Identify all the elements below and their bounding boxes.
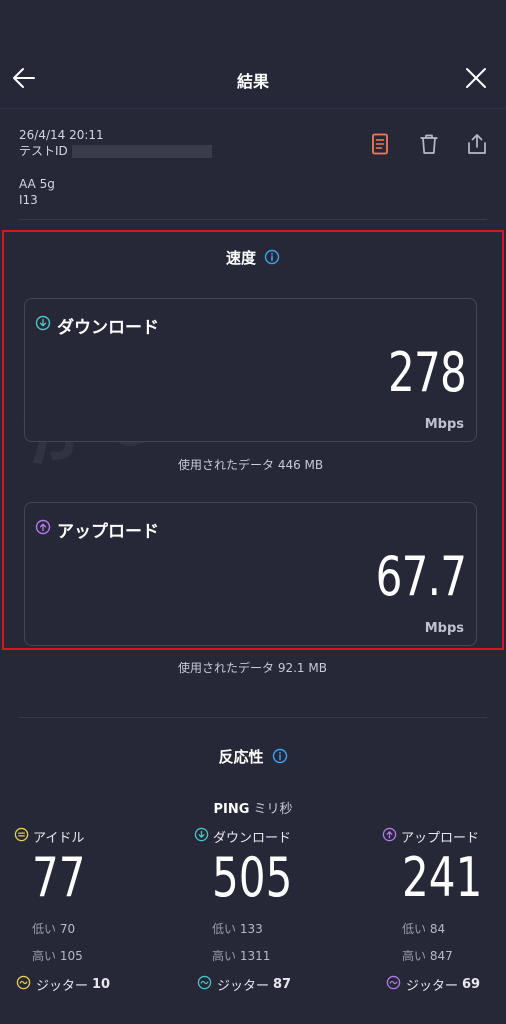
ping-upload-column: アップロード 241 低い 84 高い 847 (382, 826, 506, 970)
ping-idle-low: 70 (59, 922, 76, 936)
download-speed-value: 278 (387, 341, 467, 404)
upload-label: アップロード (35, 517, 159, 542)
high-label: 高い (402, 949, 427, 963)
test-id-row: テストID (19, 143, 212, 159)
ping-download-header: ダウンロード (194, 826, 354, 846)
jitter-label: ジッター (217, 979, 270, 994)
ping-download-jitter-value: 87 (273, 977, 292, 992)
low-label: 低い (32, 922, 57, 936)
ping-idle-value: 77 (32, 846, 86, 909)
ping-upload-low: 84 (429, 922, 446, 936)
speed-title: 速度 (0, 247, 506, 269)
ping-label-text: PING (213, 802, 250, 817)
jitter-label: ジッター (36, 979, 89, 994)
low-label: 低い (212, 922, 237, 936)
device-name: I13 (19, 193, 38, 207)
page-title: 結果 (236, 72, 269, 91)
info-icon[interactable] (272, 748, 288, 768)
network-name: AA 5g (19, 177, 55, 191)
test-id-label: テストID (19, 144, 68, 158)
ping-idle-range: 低い 70 高い 105 (32, 916, 174, 970)
high-label: 高い (32, 949, 57, 963)
test-meta: 26/4/14 20:11 テストID (19, 127, 212, 159)
ping-download-low: 133 (239, 922, 263, 936)
jitter-icon (197, 975, 217, 994)
download-unit: Mbps (424, 417, 464, 432)
download-label-text: ダウンロード (57, 318, 159, 338)
ping-idle-jitter-value: 10 (92, 977, 111, 992)
upload-speed-value: 67.7 (375, 545, 466, 608)
ping-upload-value: 241 (402, 846, 483, 909)
responsiveness-title-text: 反応性 (218, 748, 264, 766)
download-arrow-icon (35, 315, 57, 336)
low-label: 低い (402, 922, 427, 936)
divider (19, 717, 487, 718)
speed-title-text: 速度 (225, 249, 256, 267)
header-divider (0, 108, 506, 109)
download-label: ダウンロード (35, 313, 159, 338)
ping-upload-header: アップロード (382, 826, 506, 846)
test-datetime: 26/4/14 20:11 (19, 128, 104, 142)
ping-idle-high: 105 (59, 949, 83, 963)
ping-download-jitter: ジッター 87 (197, 975, 291, 994)
ping-download-high: 1311 (239, 949, 271, 963)
ping-label: PING ミリ秒 (0, 798, 506, 817)
upload-unit: Mbps (424, 621, 464, 636)
ping-idle-jitter: ジッター 10 (16, 975, 110, 994)
share-icon[interactable] (465, 132, 489, 156)
ping-download-value: 505 (212, 846, 293, 909)
upload-usage: 使用されたデータ 92.1 MB (178, 661, 327, 675)
ping-upload-jitter: ジッター 69 (386, 975, 480, 994)
jitter-icon (386, 975, 406, 994)
upload-card: アップロード 67.7 Mbps (24, 502, 477, 646)
ping-upload-label: アップロード (401, 830, 480, 846)
ping-download-column: ダウンロード 505 低い 133 高い 1311 (194, 826, 354, 970)
download-arrow-icon (194, 827, 213, 846)
jitter-label: ジッター (406, 979, 459, 994)
idle-icon (14, 827, 33, 846)
high-label: 高い (212, 949, 237, 963)
info-icon[interactable] (264, 249, 280, 269)
ping-upload-range: 低い 84 高い 847 (402, 916, 506, 970)
download-usage: 使用されたデータ 446 MB (178, 458, 324, 472)
upload-arrow-icon (382, 827, 401, 846)
trash-icon[interactable] (417, 132, 441, 156)
ping-idle-header: アイドル (14, 826, 174, 846)
ping-download-range: 低い 133 高い 1311 (212, 916, 354, 970)
ping-idle-column: アイドル 77 低い 70 高い 105 (14, 826, 174, 970)
close-icon[interactable] (462, 64, 490, 92)
jitter-icon (16, 975, 36, 994)
download-card: ダウンロード 278 Mbps (24, 298, 477, 442)
document-icon[interactable] (368, 132, 392, 156)
divider (19, 219, 487, 220)
upload-label-text: アップロード (57, 522, 159, 542)
ping-upload-jitter-value: 69 (462, 977, 481, 992)
test-id-redacted (71, 144, 212, 158)
ping-download-label: ダウンロード (213, 830, 292, 846)
ping-idle-label: アイドル (33, 830, 85, 846)
ping-unit: ミリ秒 (253, 802, 293, 817)
header: 結果 (0, 0, 506, 108)
upload-arrow-icon (35, 519, 57, 540)
ping-upload-high: 847 (429, 949, 453, 963)
network-info: AA 5g I13 (19, 176, 55, 208)
responsiveness-title: 反応性 (0, 746, 506, 768)
